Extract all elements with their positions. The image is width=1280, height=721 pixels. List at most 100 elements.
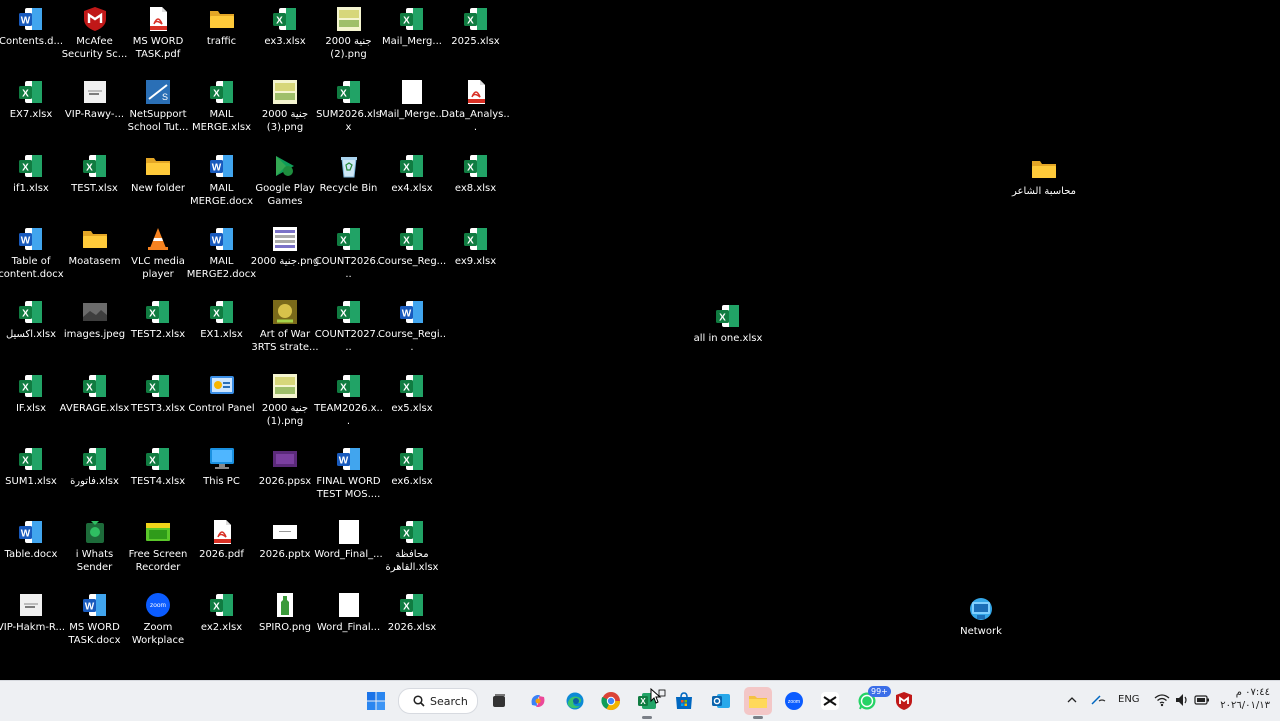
desktop-icon-count2026[interactable]: X COUNT2026.... <box>314 222 384 292</box>
zoom-taskbar-button[interactable]: zoom <box>780 687 808 715</box>
desktop-icon-mail-merg[interactable]: X Mail_Merg... <box>377 2 447 72</box>
desktop-icon-netsupport-school-tut[interactable]: S NetSupport School Tut... <box>123 75 193 145</box>
desktop-icon-sum1-xlsx[interactable]: X SUM1.xlsx <box>0 442 66 512</box>
excel-file-icon: X <box>18 299 44 325</box>
desktop-icon-if1-xlsx[interactable]: Xif1.xlsx <box>0 149 66 219</box>
desktop-icon-ex4-xlsx[interactable]: Xex4.xlsx <box>377 149 447 219</box>
desktop-icon-zoom-workplace[interactable]: zoom Zoom Workplace <box>123 588 193 658</box>
desktop-icon-moatasem[interactable]: Moatasem <box>60 222 130 292</box>
show-hidden-icons-button[interactable] <box>1064 692 1080 708</box>
taskbar-search[interactable]: Search <box>398 688 478 714</box>
desktop-icon-data-analys[interactable]: Data_Analys... <box>441 75 511 145</box>
desktop-icon-2026-pptx[interactable]: 2026.pptx <box>250 515 320 585</box>
desktop-icon-2026-ppsx[interactable]: 2026.ppsx <box>250 442 320 512</box>
desktop-icon-control-panel[interactable]: Control Panel <box>187 369 257 439</box>
mcafee-taskbar-button[interactable] <box>890 687 918 715</box>
desktop-icon-average-xlsx[interactable]: X AVERAGE.xlsx <box>60 369 130 439</box>
desktop-icon-count2027[interactable]: X COUNT2027.... <box>314 295 384 365</box>
desktop-icon-if-xlsx[interactable]: X IF.xlsx <box>0 369 66 439</box>
desktop-icon-contents-d[interactable]: W Contents.d... <box>0 2 66 72</box>
battery-tray-button[interactable] <box>1194 692 1210 708</box>
desktop-icon-test-xlsx[interactable]: X TEST.xlsx <box>60 149 130 219</box>
desktop-icon-sum2026-xlsx[interactable]: X SUM2026.xlsx <box>314 75 384 145</box>
word-document-icon: W <box>399 299 425 325</box>
desktop-icon-mail-merge2-docx[interactable]: W MAIL MERGE2.docx <box>187 222 257 292</box>
desktop-icon-art-of-war-3rts-strate[interactable]: Art of War 3RTS strate... <box>250 295 320 365</box>
pen-tray-button[interactable] <box>1090 692 1106 708</box>
desktop-icon-ex5-xlsx[interactable]: Xex5.xlsx <box>377 369 447 439</box>
desktop-icon-2026-xlsx[interactable]: X 2026.xlsx <box>377 588 447 658</box>
desktop-icon-mail-merge-xlsx[interactable]: X MAIL MERGE.xlsx <box>187 75 257 145</box>
desktop-icon-word-final[interactable]: Word_Final_... <box>314 515 384 585</box>
desktop-icon-item[interactable]: محاسبة الشاعر <box>1009 152 1079 222</box>
desktop-icon-final-word-test-mos[interactable]: W FINAL WORD TEST MOS.... <box>314 442 384 512</box>
desktop-icon-team2026-x[interactable]: X TEAM2026.x... <box>314 369 384 439</box>
folder-icon <box>1031 156 1057 182</box>
task-view-button[interactable] <box>485 687 513 715</box>
desktop-icon-this-pc[interactable]: This PC <box>187 442 257 512</box>
desktop-icon-vip-hakm-r[interactable]: VIP-Hakm-R... <box>0 588 66 658</box>
desktop-icon-mcafee-security-sc[interactable]: McAfee Security Sc... <box>60 2 130 72</box>
capcut-button[interactable] <box>816 687 844 715</box>
desktop-icon-2000-1-png[interactable]: 2000 جنية (1).png <box>250 369 320 439</box>
copilot-button[interactable] <box>524 687 552 715</box>
desktop-icon-2000-png[interactable]: 2000 جنية.png <box>250 222 320 292</box>
desktop-icon-new-folder[interactable]: New folder <box>123 149 193 219</box>
desktop-icon-spiro-png[interactable]: SPIRO.png <box>250 588 320 658</box>
desktop-icon-mail-merge[interactable]: Mail_Merge... <box>377 75 447 145</box>
desktop-icon-course-regi[interactable]: W Course_Regi... <box>377 295 447 365</box>
desktop-icon-test4-xlsx[interactable]: X TEST4.xlsx <box>123 442 193 512</box>
desktop-icon-network[interactable]: Network <box>946 592 1016 662</box>
desktop-icon-i-whats-sender[interactable]: i Whats Sender <box>60 515 130 585</box>
desktop-icon-test2-xlsx[interactable]: X TEST2.xlsx <box>123 295 193 365</box>
store-button[interactable] <box>670 687 698 715</box>
clock[interactable]: ٠٧:٤٤ م ٢٠٢٦/٠١/١٣ <box>1220 686 1270 712</box>
desktop-icon-2026-pdf[interactable]: 2026.pdf <box>187 515 257 585</box>
desktop-icon-ex9-xlsx[interactable]: Xex9.xlsx <box>441 222 511 292</box>
desktop-icon-2000-3-png[interactable]: 2000 جنية (3).png <box>250 75 320 145</box>
desktop-icon-ex3-xlsx[interactable]: Xex3.xlsx <box>250 2 320 72</box>
desktop-icon-ex8-xlsx[interactable]: Xex8.xlsx <box>441 149 511 219</box>
desktop-icon-ex2-xlsx[interactable]: Xex2.xlsx <box>187 588 257 658</box>
wifi-tray-button[interactable] <box>1154 692 1170 708</box>
copilot-icon <box>531 695 545 707</box>
desktop-icon-xlsx[interactable]: X اكسيل.xlsx <box>0 295 66 365</box>
mcafee-shield-icon <box>896 692 912 710</box>
desktop-icon-table-docx[interactable]: W Table.docx <box>0 515 66 585</box>
desktop-icon-recycle-bin[interactable]: Recycle Bin <box>314 149 384 219</box>
desktop-icon-ex6-xlsx[interactable]: Xex6.xlsx <box>377 442 447 512</box>
store-icon <box>676 692 692 709</box>
desktop-icon-2025-xlsx[interactable]: X 2025.xlsx <box>441 2 511 72</box>
edge-button[interactable] <box>561 687 589 715</box>
desktop-icon-word-final[interactable]: Word_Final... <box>314 588 384 658</box>
desktop-icon-traffic[interactable]: traffic <box>187 2 257 72</box>
desktop-icon-label: Contents.d... <box>0 36 64 47</box>
desktop-icon-test3-xlsx[interactable]: X TEST3.xlsx <box>123 369 193 439</box>
desktop-icon-label: images.jpeg <box>63 329 126 341</box>
excel-file-icon: X <box>18 79 44 105</box>
desktop-icon-vip-rawy[interactable]: VIP-Rawy-... <box>60 75 130 145</box>
volume-tray-button[interactable] <box>1174 692 1190 708</box>
desktop-icon-2000-2-png[interactable]: 2000 جنية (2).png <box>314 2 384 72</box>
language-indicator[interactable]: ENG <box>1118 694 1140 705</box>
desktop-icon-ms-word-task-pdf[interactable]: MS WORD TASK.pdf <box>123 2 193 72</box>
desktop-icon-images-jpeg[interactable]: images.jpeg <box>60 295 130 365</box>
desktop-icon-google-play-games[interactable]: Google Play Games <box>250 149 320 219</box>
desktop-icon-label: Table.docx <box>4 549 58 561</box>
desktop-icon-mail-merge-docx[interactable]: W MAIL MERGE.docx <box>187 149 257 219</box>
desktop-icon-vlc-media-player[interactable]: VLC media player <box>123 222 193 292</box>
desktop-icon-all-in-one-xlsx[interactable]: Xall in one.xlsx <box>693 299 763 369</box>
start-button[interactable] <box>362 687 390 715</box>
desktop-icon-ex7-xlsx[interactable]: X EX7.xlsx <box>0 75 66 145</box>
desktop-icon-free-screen-recorder[interactable]: Free Screen Recorder <box>123 515 193 585</box>
desktop-icon-xlsx[interactable]: X فاتورة.xlsx <box>60 442 130 512</box>
desktop-icon-ms-word-task-docx[interactable]: W MS WORD TASK.docx <box>60 588 130 658</box>
excel-file-icon: X <box>399 153 425 179</box>
chrome-button[interactable] <box>597 687 625 715</box>
outlook-button[interactable] <box>707 687 735 715</box>
desktop-icon-ex1-xlsx[interactable]: X EX1.xlsx <box>187 295 257 365</box>
file-explorer-button[interactable] <box>744 687 772 719</box>
desktop-icon-xlsx[interactable]: X محافظة القاهرة.xlsx <box>377 515 447 585</box>
desktop-icon-table-of-content-docx[interactable]: W Table of content.docx <box>0 222 66 292</box>
desktop-icon-course-reg[interactable]: X Course_Reg... <box>377 222 447 292</box>
